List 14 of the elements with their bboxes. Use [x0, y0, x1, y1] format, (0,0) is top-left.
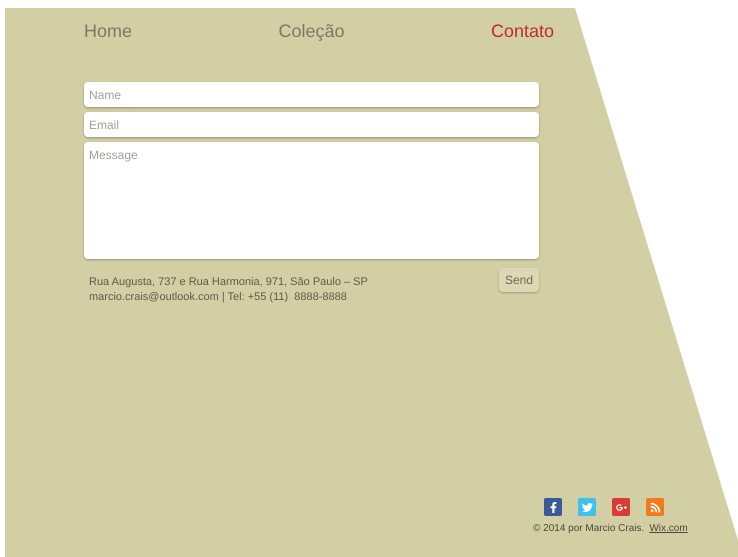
facebook-icon[interactable]	[544, 498, 562, 516]
contact-text: marcio.crais@outlook.com | Tel: +55 (11) 8888-8888	[89, 290, 348, 305]
send-button[interactable]: Send	[498, 268, 539, 292]
rss-icon[interactable]	[646, 498, 664, 516]
copyright-text: © 2014 por Marcio Crais.	[533, 522, 644, 536]
input-field[interactable]: Name	[84, 82, 539, 107]
contact-text: Rua Augusta, 737 e Rua Harmonia, 971, São Paulo – SP	[89, 275, 368, 290]
input-field[interactable]: Email	[84, 112, 539, 137]
nav-link[interactable]: Coleção	[278, 19, 344, 43]
nav-link[interactable]: Contato	[490, 19, 554, 43]
google-plus-icon[interactable]	[612, 498, 630, 516]
nav-link[interactable]: Home	[84, 19, 132, 43]
wix-link[interactable]: Wix.com	[649, 521, 688, 536]
message-field[interactable]: Message	[84, 142, 539, 259]
